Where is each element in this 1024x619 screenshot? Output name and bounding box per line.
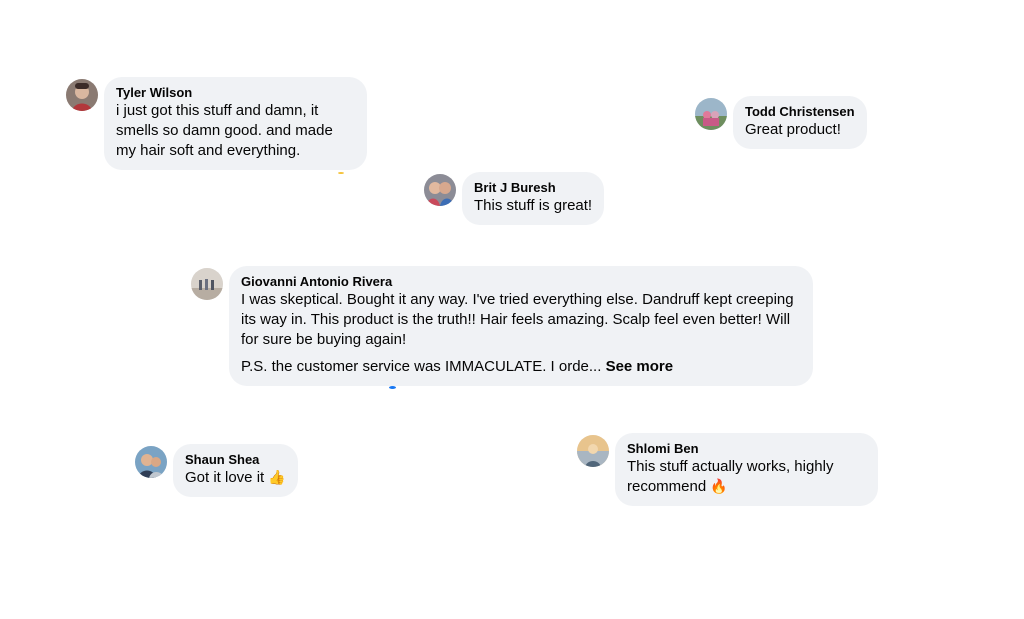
comment-author-name[interactable]: Tyler Wilson [116, 85, 355, 101]
reaction-icon-fragment [338, 172, 344, 174]
comment-text: This stuff actually works, highly recomm… [627, 457, 866, 497]
comment-author-name[interactable]: Todd Christensen [745, 104, 855, 120]
avatar-giovanni-icon [191, 268, 223, 300]
comment-author-name[interactable]: Shaun Shea [185, 452, 286, 468]
comment-bubble: Shaun Shea Got it love it 👍 [173, 444, 298, 497]
comment-todd-christensen: Todd Christensen Great product! [695, 96, 867, 149]
comment-shlomi-ben: Shlomi Ben This stuff actually works, hi… [577, 433, 878, 506]
avatar-shaun-icon [135, 446, 167, 478]
comment-text: Great product! [745, 121, 841, 138]
thumbs-up-icon: 👍 [268, 470, 286, 486]
avatar-tyler-icon [66, 79, 98, 111]
fire-icon: 🔥 [710, 479, 728, 495]
avatar[interactable] [66, 79, 98, 111]
comment-text: This stuff is great! [474, 197, 593, 214]
avatar-shlomi-icon [577, 435, 609, 467]
comment-text-body: This stuff actually works, highly recomm… [627, 458, 834, 495]
comment-bubble: Tyler Wilson i just got this stuff and d… [104, 77, 367, 170]
comment-bubble: Brit J Buresh This stuff is great! [462, 172, 605, 225]
avatar[interactable] [424, 174, 456, 206]
comment-brit-j-buresh: Brit J Buresh This stuff is great! [424, 172, 605, 225]
comment-author-name[interactable]: Giovanni Antonio Rivera [241, 274, 801, 290]
see-more-link[interactable]: See more [606, 358, 674, 375]
avatar[interactable] [695, 98, 727, 130]
reaction-icon-fragment [389, 386, 396, 389]
avatar-todd-icon [695, 98, 727, 130]
avatar-brit-icon [424, 174, 456, 206]
comment-bubble: Todd Christensen Great product! [733, 96, 867, 149]
comment-text-continued: P.S. the customer service was IMMACULATE… [241, 357, 801, 377]
comment-text: I was skeptical. Bought it any way. I've… [241, 291, 794, 348]
avatar[interactable] [577, 435, 609, 467]
comment-bubble: Giovanni Antonio Rivera I was skeptical.… [229, 266, 813, 386]
comment-tyler-wilson: Tyler Wilson i just got this stuff and d… [66, 77, 367, 170]
comment-shaun-shea: Shaun Shea Got it love it 👍 [135, 444, 298, 497]
comment-giovanni-antonio-rivera: Giovanni Antonio Rivera I was skeptical.… [191, 266, 813, 386]
avatar[interactable] [135, 446, 167, 478]
comment-ps-text: P.S. the customer service was IMMACULATE… [241, 358, 602, 375]
comment-author-name[interactable]: Brit J Buresh [474, 180, 592, 196]
comment-text: Got it love it 👍 [185, 468, 286, 488]
comment-author-name[interactable]: Shlomi Ben [627, 441, 866, 457]
comment-bubble: Shlomi Ben This stuff actually works, hi… [615, 433, 878, 506]
comment-text-body: Got it love it [185, 469, 265, 486]
comment-text: i just got this stuff and damn, it smell… [116, 102, 333, 159]
avatar[interactable] [191, 268, 223, 300]
